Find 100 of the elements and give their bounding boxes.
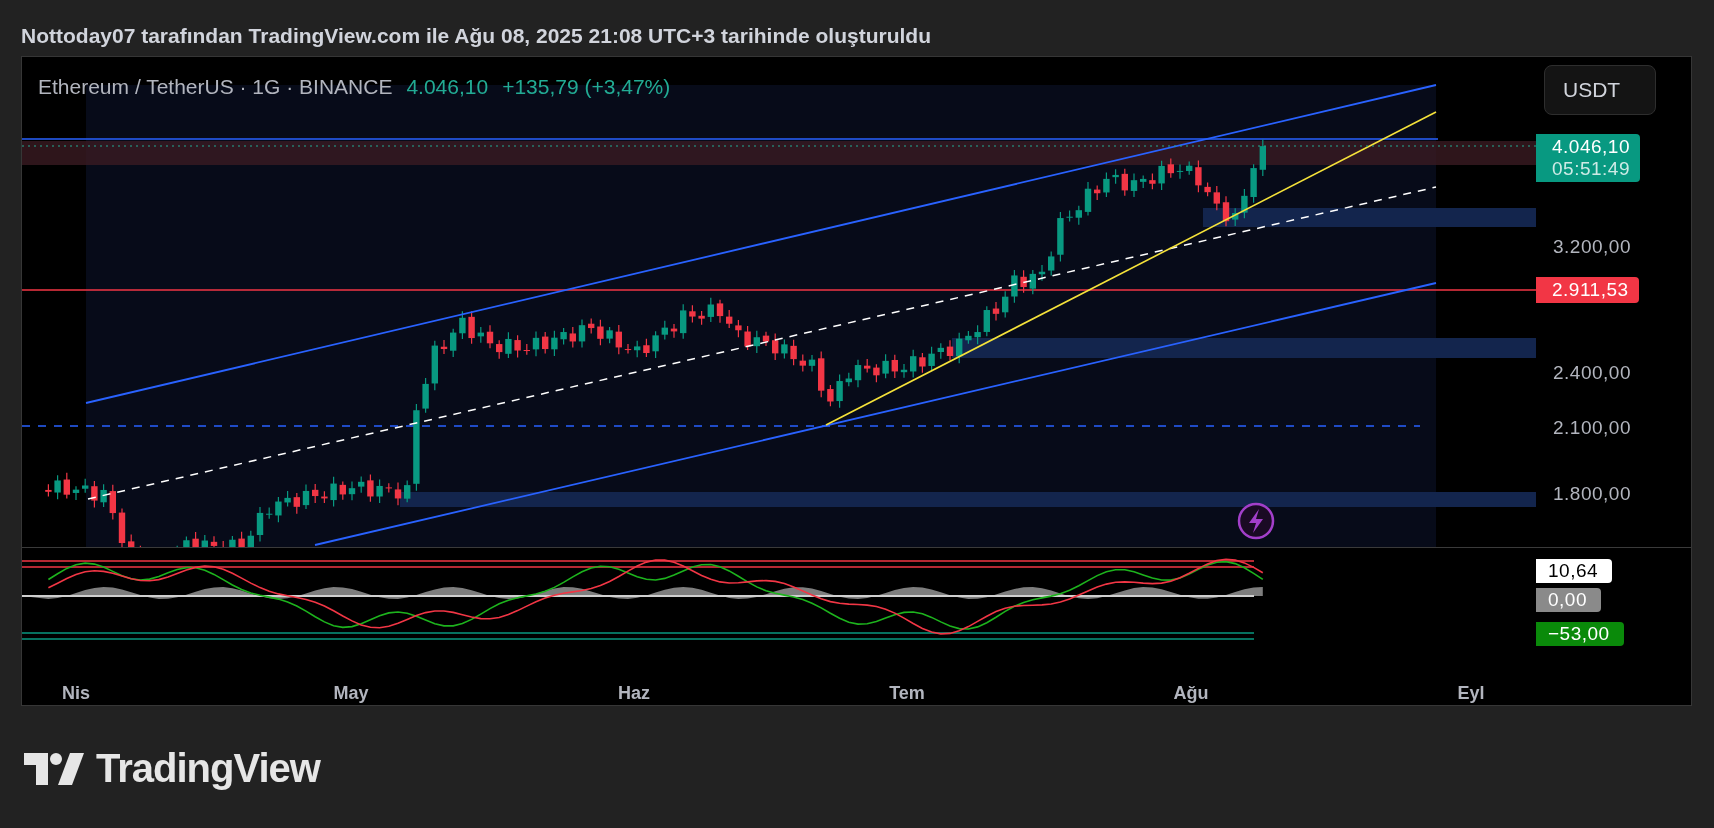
candlestick [229, 535, 236, 547]
candlestick [698, 310, 705, 326]
candlestick [1011, 269, 1018, 304]
candlestick [689, 304, 696, 324]
candlestick [965, 330, 972, 345]
candlestick [854, 359, 862, 388]
indicator-value: 10,64 [1536, 559, 1613, 583]
candlestick [836, 374, 843, 409]
candlestick [983, 305, 990, 337]
candlestick [1094, 184, 1101, 201]
candlestick [1066, 209, 1073, 223]
time-tick: Ağu [1173, 683, 1209, 704]
candlestick [523, 343, 530, 356]
candlestick [1213, 185, 1220, 211]
candlestick [54, 474, 61, 500]
candlestick [256, 506, 264, 543]
candlestick [312, 483, 319, 504]
price-tick: 1.800,00 [1553, 483, 1631, 505]
candlestick [560, 327, 567, 346]
candlestick [845, 372, 852, 387]
candlestick [827, 384, 834, 407]
candlestick [72, 485, 80, 501]
candlestick [468, 310, 475, 345]
candlestick [744, 325, 751, 351]
price-tick: 2.100,00 [1553, 417, 1631, 439]
candlestick [1121, 168, 1128, 197]
candlestick [588, 317, 595, 335]
time-tick: Nis [62, 683, 90, 704]
candlestick [615, 324, 622, 355]
candlestick [183, 535, 190, 547]
lightning-icon[interactable] [1237, 502, 1275, 540]
candlestick [910, 349, 917, 379]
candlestick [597, 319, 604, 346]
price-badge: 2.911,53 [1536, 277, 1639, 303]
candlestick [459, 310, 466, 340]
candlestick [514, 334, 521, 359]
price-tick: 2.400,00 [1553, 362, 1631, 384]
candlestick [542, 331, 549, 355]
candlestick [1038, 264, 1046, 282]
brand-name: TradingView [96, 746, 320, 791]
candlestick [367, 474, 374, 503]
candlestick [1002, 290, 1009, 318]
candlestick [928, 346, 935, 372]
candlestick [82, 478, 89, 494]
candlestick [192, 531, 199, 547]
candlestick [1029, 269, 1036, 295]
candlestick [1176, 163, 1184, 180]
candlestick [1250, 163, 1257, 204]
candlestick [753, 330, 760, 354]
candlestick [109, 484, 116, 521]
candlestick [551, 330, 558, 357]
candlestick [790, 339, 797, 366]
time-tick: Eyl [1457, 683, 1485, 704]
candlestick [532, 331, 540, 357]
time-tick: May [333, 683, 369, 704]
candlestick [1204, 181, 1211, 197]
candlestick [956, 332, 963, 364]
candlestick [1195, 159, 1202, 193]
candlestick [339, 480, 346, 501]
candlestick [1103, 171, 1110, 198]
candlestick [864, 358, 871, 374]
candlestick [726, 309, 733, 329]
time-tick: Tem [889, 683, 925, 704]
candlestick [1158, 160, 1165, 191]
indicator-value: −53,00 [1536, 622, 1624, 646]
candlestick [578, 318, 586, 349]
candlestick [606, 326, 613, 344]
candlestick [661, 320, 668, 341]
candlestick [238, 531, 245, 547]
candlestick [1140, 174, 1147, 189]
candlestick [293, 492, 300, 515]
candlestick [385, 482, 392, 494]
candlestick [505, 331, 512, 359]
candlestick [569, 326, 576, 349]
snapshot-caption: Nottoday07 tarafından TradingView.com ile Ağu 08, 2025 21:08 UTC+3 tarihinde oluşturuldu [20, 23, 933, 49]
candlestick [1186, 160, 1193, 176]
candlestick [348, 480, 356, 501]
candlestick [937, 342, 944, 360]
candlestick [1241, 188, 1248, 219]
candlestick [1020, 269, 1027, 294]
candlestick [772, 332, 779, 361]
candlestick [139, 545, 141, 547]
candlestick [818, 350, 825, 398]
candlestick [992, 301, 1000, 322]
candlestick [118, 507, 126, 547]
candlestick [1149, 172, 1156, 190]
candlestick [100, 483, 107, 508]
candlestick [735, 319, 742, 338]
candlestick [1084, 181, 1092, 217]
candlestick [652, 330, 659, 359]
candlestick [358, 476, 365, 494]
candlestick [670, 323, 678, 339]
candlestick [707, 297, 714, 323]
candlestick [404, 480, 411, 503]
candlestick [247, 530, 254, 547]
candlestick [394, 482, 402, 506]
candlestick [1232, 207, 1239, 227]
currency-button[interactable]: USDT [1544, 65, 1656, 115]
candlestick [1075, 205, 1082, 226]
candlestick [1222, 195, 1230, 227]
